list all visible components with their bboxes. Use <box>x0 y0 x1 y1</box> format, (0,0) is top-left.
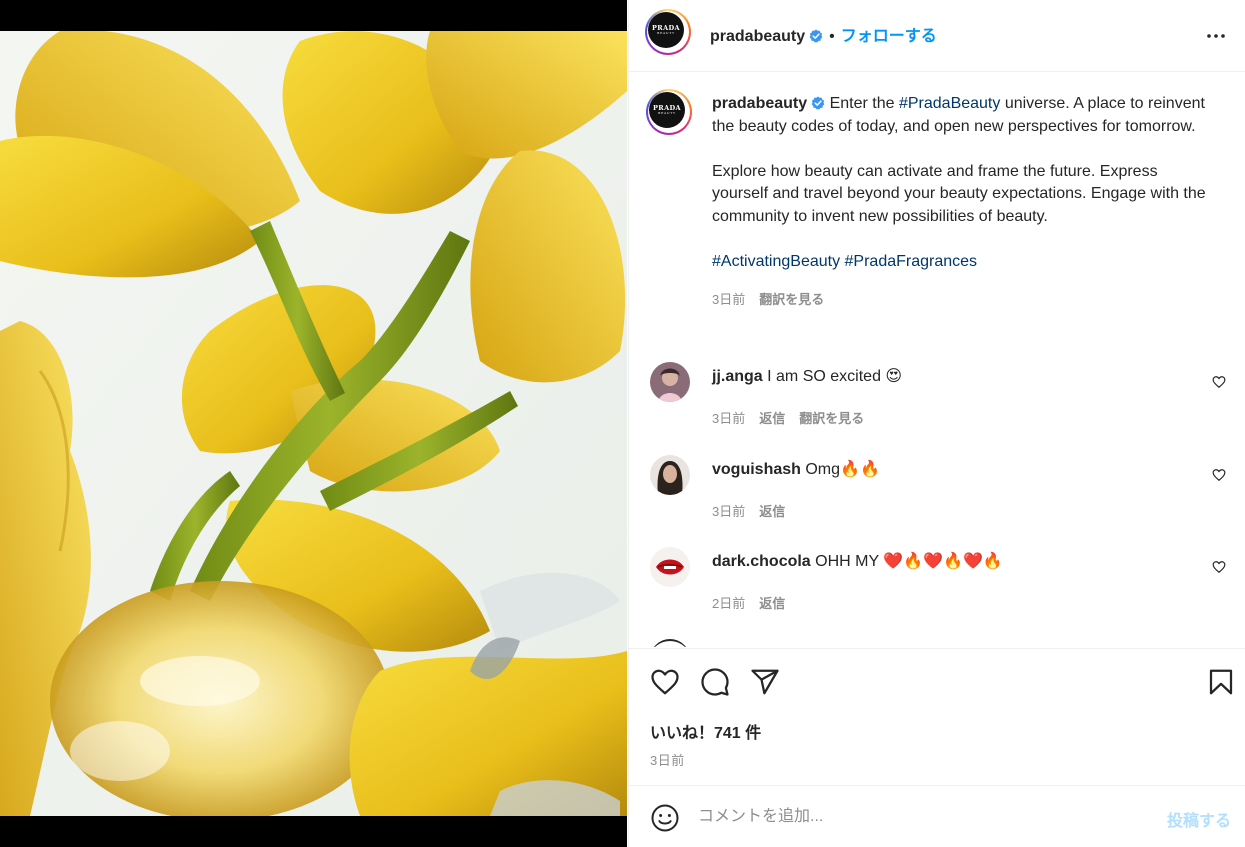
verified-badge-icon <box>809 29 823 43</box>
author-avatar[interactable]: PRADA BEAUTY <box>645 9 691 55</box>
bookmark-save-icon[interactable] <box>1206 667 1236 697</box>
comment-time[interactable]: 3日前 <box>712 411 745 426</box>
comment-item: voguishash Omg🔥🔥 3日前 返信 <box>646 455 1226 519</box>
comment-body: Omg🔥🔥 <box>805 461 880 478</box>
comment-input[interactable] <box>698 804 1138 830</box>
like-comment-heart-icon[interactable] <box>1212 468 1226 482</box>
commenter-avatar[interactable] <box>650 639 690 647</box>
commenter-avatar[interactable] <box>650 455 690 495</box>
comment-item: dark.chocola OHH MY ❤️🔥❤️🔥❤️🔥 2日前 返信 <box>646 547 1226 611</box>
hashtag-pradafragrances[interactable]: #PradaFragrances <box>845 253 978 270</box>
comments-list[interactable]: PRADA BEAUTY pradabeauty Enter the #Prad… <box>629 73 1245 647</box>
comment-body: I am SO excited 😍 <box>767 368 903 385</box>
follow-button[interactable]: フォローする <box>841 28 937 45</box>
like-heart-icon[interactable] <box>650 667 680 697</box>
commenter-username[interactable]: jj.anga <box>712 368 763 385</box>
post-comment-button[interactable]: 投稿する <box>1167 807 1231 831</box>
share-send-icon[interactable] <box>750 667 780 697</box>
author-username[interactable]: pradabeauty <box>710 28 805 45</box>
see-translation-button[interactable]: 翻訳を見る <box>799 411 864 426</box>
post-actions: いいね！741 件 3日前 <box>629 648 1245 785</box>
likes-count[interactable]: いいね！741 件 <box>650 719 761 743</box>
caption-author-avatar[interactable]: PRADA BEAUTY <box>646 89 692 135</box>
prada-logo: PRADA BEAUTY <box>649 92 685 128</box>
comment-bubble-icon[interactable] <box>700 667 730 697</box>
comment-body: OHH MY ❤️🔥❤️🔥❤️🔥 <box>815 553 1003 570</box>
comment-text: voguishash Omg🔥🔥 <box>712 459 880 479</box>
reply-button[interactable]: 返信 <box>759 596 785 611</box>
comment-time[interactable]: 2日前 <box>712 596 745 611</box>
hashtag-activatingbeauty[interactable]: #ActivatingBeauty <box>712 253 840 270</box>
prada-logo: PRADA BEAUTY <box>648 12 684 48</box>
reply-button[interactable]: 返信 <box>759 411 785 426</box>
post-detail-panel: PRADA BEAUTY pradabeauty • フォローする PRADA BE… <box>628 0 1245 847</box>
caption-time[interactable]: 3日前 <box>712 292 745 307</box>
verified-badge-icon <box>811 96 825 110</box>
caption-p2: Explore how beauty can activate and fram… <box>712 162 1206 225</box>
like-comment-heart-icon[interactable] <box>1212 560 1226 574</box>
like-comment-heart-icon[interactable] <box>1212 375 1226 389</box>
commenter-username[interactable]: voguishash <box>712 461 801 478</box>
reply-button[interactable]: 返信 <box>759 504 785 519</box>
comment-composer: 投稿する <box>629 785 1245 847</box>
post-media[interactable] <box>0 0 627 847</box>
separator-dot: • <box>829 28 835 45</box>
caption-username[interactable]: pradabeauty <box>712 95 807 112</box>
post-date[interactable]: 3日前 <box>650 750 685 769</box>
comment-text: dark.chocola OHH MY ❤️🔥❤️🔥❤️🔥 <box>712 551 1003 571</box>
comment-text: jj.anga I am SO excited 😍 <box>712 366 902 386</box>
more-horizontal-icon[interactable] <box>1204 24 1228 48</box>
comment-meta: 2日前 返信 <box>712 593 799 612</box>
post-header: PRADA BEAUTY pradabeauty • フォローする <box>629 0 1245 72</box>
see-translation-button[interactable]: 翻訳を見る <box>759 292 824 307</box>
commenter-avatar[interactable] <box>650 362 690 402</box>
header-user-line: pradabeauty • フォローする <box>710 22 937 46</box>
caption-p1-pre: Enter the <box>829 95 899 112</box>
hashtag-pradabeauty[interactable]: #PradaBeauty <box>899 95 1000 112</box>
comment-item: jj.anga I am SO excited 😍 3日前 返信 翻訳を見る <box>646 362 1226 426</box>
caption-meta: 3日前 翻訳を見る <box>712 289 1212 312</box>
comment-meta: 3日前 返信 翻訳を見る <box>712 408 878 427</box>
emoji-smiley-icon[interactable] <box>650 803 680 833</box>
commenter-avatar[interactable] <box>650 547 690 587</box>
comment-meta: 3日前 返信 <box>712 501 799 520</box>
post-image <box>0 31 627 816</box>
caption-text: pradabeauty Enter the #PradaBeauty unive… <box>712 93 1212 312</box>
comment-time[interactable]: 3日前 <box>712 504 745 519</box>
commenter-username[interactable]: dark.chocola <box>712 553 811 570</box>
